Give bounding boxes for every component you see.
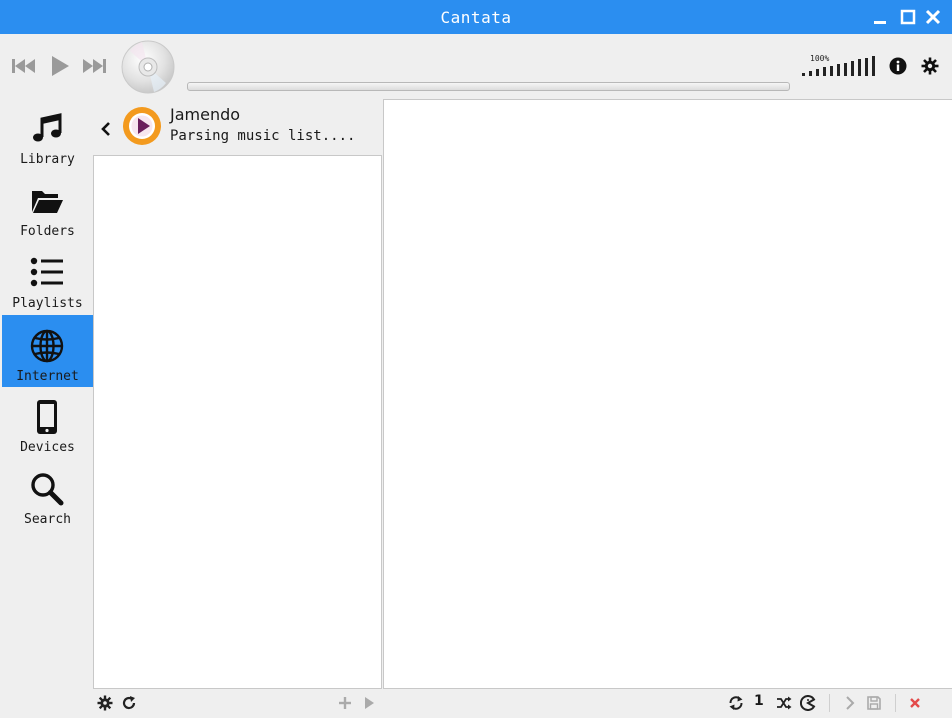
folder-icon <box>32 191 63 213</box>
service-header: Jamendo Parsing music list.... <box>93 98 383 155</box>
cd-cover-icon <box>121 40 175 94</box>
jamendo-logo-icon <box>123 107 161 145</box>
sidebar-item-label: Playlists <box>12 296 83 311</box>
toolbar-separator <box>895 694 896 712</box>
play-selection-icon[interactable] <box>361 695 377 711</box>
back-chevron-icon[interactable] <box>99 120 113 138</box>
configure-gear-icon[interactable] <box>97 695 113 711</box>
sidebar-item-label: Internet <box>16 369 79 384</box>
search-icon <box>31 473 64 506</box>
close-icon[interactable] <box>924 8 942 26</box>
add-icon[interactable] <box>337 695 353 711</box>
bottom-toolbar: 1 <box>0 689 952 718</box>
sidebar-item-internet[interactable]: Internet <box>2 315 93 387</box>
music-list-pane[interactable] <box>93 155 382 689</box>
info-icon[interactable] <box>889 57 907 75</box>
settings-gear-icon[interactable] <box>921 57 939 75</box>
remove-close-icon[interactable] <box>907 695 923 711</box>
repeat-icon[interactable] <box>728 695 744 711</box>
maximize-icon[interactable] <box>899 8 917 26</box>
list-icon <box>30 257 63 287</box>
sidebar-item-search[interactable]: Search <box>2 458 93 530</box>
volume-control[interactable] <box>801 56 879 76</box>
sidebar: Library Folders Playlists Internet Devic… <box>0 98 93 692</box>
globe-icon <box>30 329 64 363</box>
toolbar-separator <box>829 694 830 712</box>
next-track-icon[interactable] <box>80 56 108 76</box>
minimize-icon[interactable] <box>871 8 889 26</box>
phone-icon <box>37 400 57 434</box>
play-queue-pane[interactable] <box>383 99 952 689</box>
sidebar-item-label: Library <box>20 152 75 167</box>
player-toolbar: 100% <box>0 34 952 98</box>
sidebar-item-label: Folders <box>20 224 75 239</box>
window-title: Cantata <box>440 8 512 27</box>
sidebar-item-playlists[interactable]: Playlists <box>2 242 93 314</box>
shuffle-icon[interactable] <box>776 695 792 711</box>
music-note-icon <box>33 113 62 142</box>
sidebar-item-devices[interactable]: Devices <box>2 386 93 458</box>
locate-chevron-icon[interactable] <box>842 695 858 711</box>
consume-icon[interactable] <box>800 695 816 711</box>
title-bar: Cantata <box>0 0 952 34</box>
sidebar-item-label: Search <box>24 512 71 527</box>
sidebar-item-folders[interactable]: Folders <box>2 170 93 242</box>
sidebar-item-label: Devices <box>20 440 75 455</box>
refresh-icon[interactable] <box>121 695 137 711</box>
service-status: Parsing music list.... <box>170 128 356 144</box>
service-title: Jamendo <box>170 105 241 124</box>
seek-slider[interactable] <box>187 82 790 91</box>
sidebar-item-library[interactable]: Library <box>2 98 93 170</box>
previous-track-icon[interactable] <box>10 56 38 76</box>
play-icon[interactable] <box>48 54 72 78</box>
single-mode-toggle[interactable]: 1 <box>754 693 764 709</box>
save-icon[interactable] <box>866 695 882 711</box>
